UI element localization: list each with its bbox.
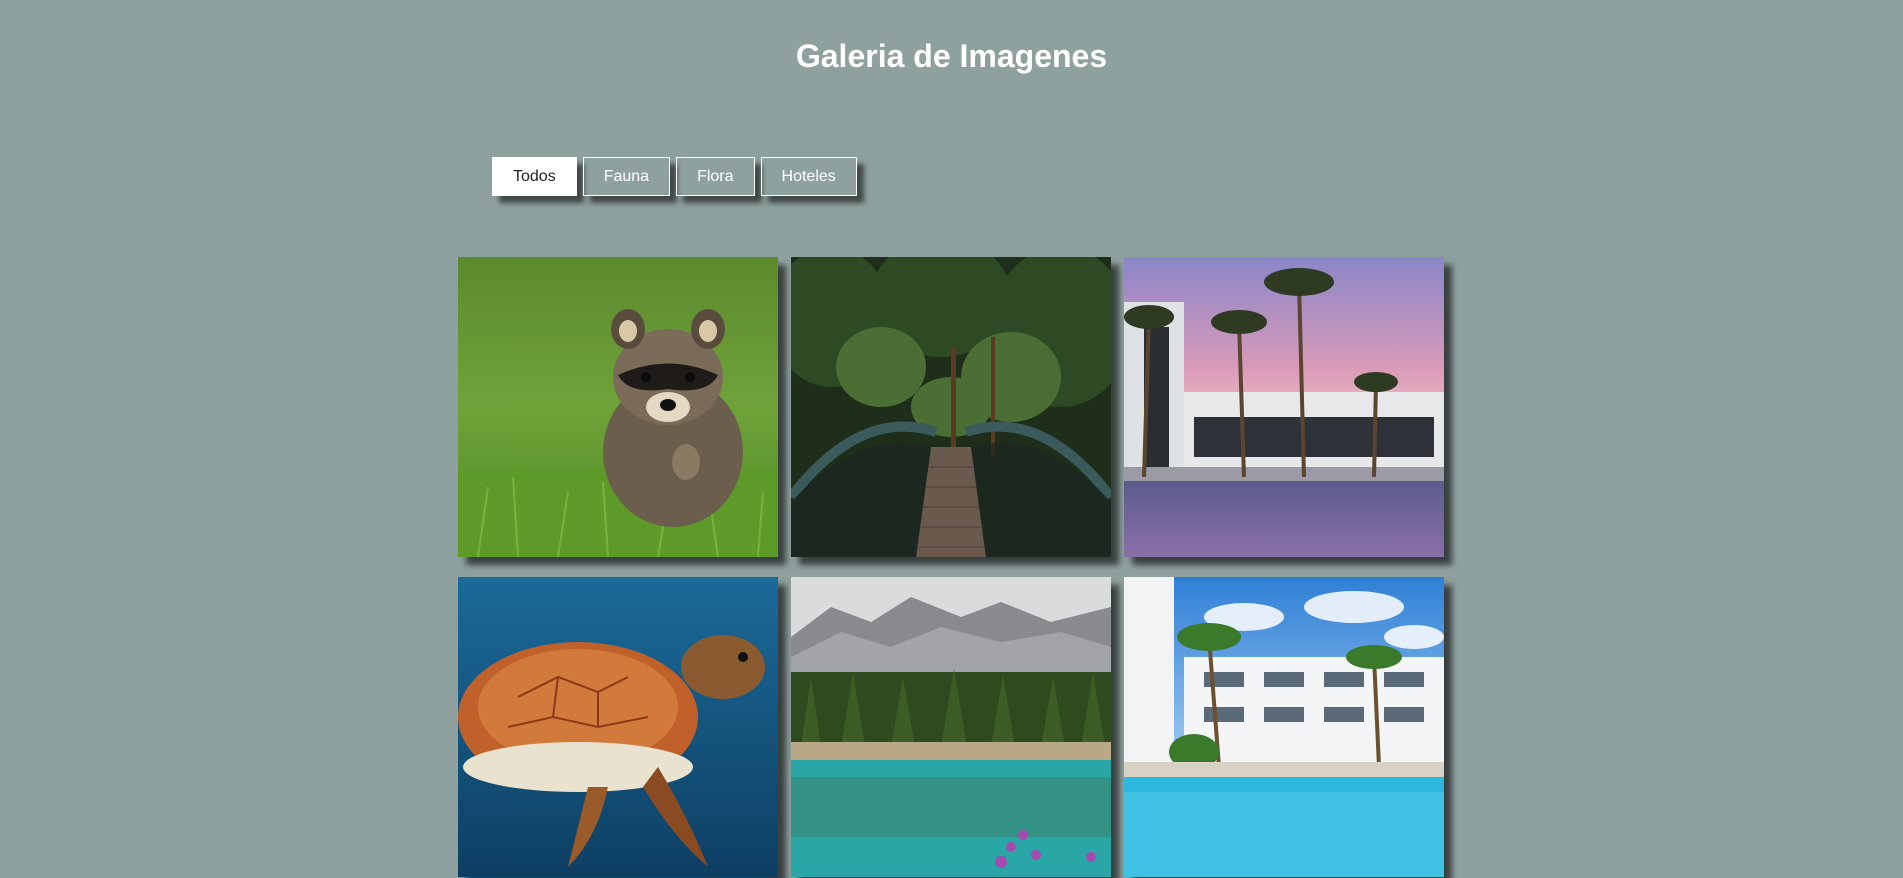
filter-button-hoteles[interactable]: Hoteles (760, 157, 857, 196)
filter-bar: Todos Fauna Flora Hoteles (492, 157, 857, 196)
gallery-image-hotel-sunset[interactable] (1124, 257, 1444, 557)
filter-button-fauna[interactable]: Fauna (582, 157, 671, 196)
gallery-image-hotel-pool[interactable] (1124, 577, 1444, 877)
gallery-image-sea-turtle[interactable] (458, 577, 778, 877)
filter-button-flora[interactable]: Flora (676, 157, 755, 196)
gallery-image-mountain-lake[interactable] (791, 577, 1111, 877)
page-title: Galeria de Imagenes (795, 38, 1108, 74)
filter-button-todos[interactable]: Todos (492, 157, 577, 196)
gallery-image-raccoon[interactable] (458, 257, 778, 557)
image-gallery (458, 257, 1444, 877)
gallery-image-forest-bridge[interactable] (791, 257, 1111, 557)
